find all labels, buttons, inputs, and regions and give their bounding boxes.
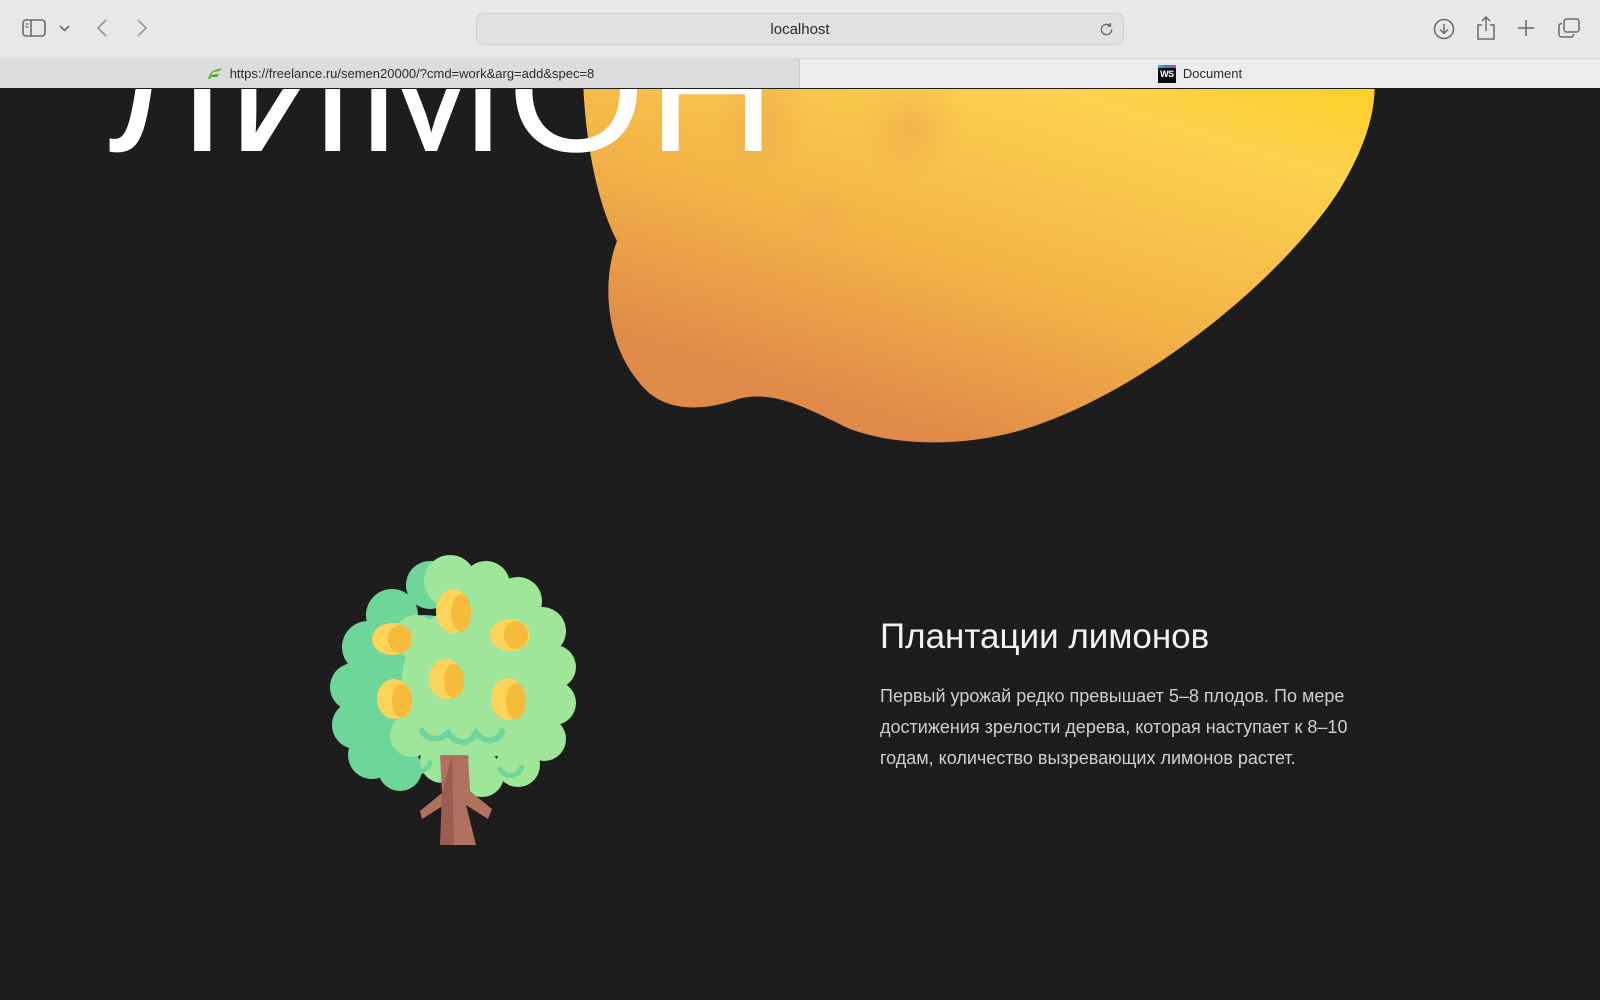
browser-toolbar: localhost: [0, 0, 1600, 58]
download-icon[interactable]: [1432, 17, 1456, 41]
address-text: localhost: [770, 20, 830, 38]
back-button[interactable]: [92, 16, 112, 40]
plus-icon[interactable]: [1515, 17, 1537, 39]
tab-title: Document: [1182, 66, 1243, 81]
freelance-logo-icon: [205, 67, 223, 81]
webstorm-icon: WS: [1157, 64, 1176, 83]
section-title: Плантации лимонов: [880, 617, 1210, 656]
section-description: Первый урожай редко превышает 5–8 плодов…: [880, 686, 1348, 768]
chevron-right-icon: [137, 19, 147, 37]
tab-document[interactable]: WS Document: [800, 59, 1600, 88]
chevron-down-icon[interactable]: [56, 20, 72, 36]
chevron-left-icon: [97, 19, 107, 37]
tab-title: https://freelance.ru/semen20000/?cmd=wor…: [229, 66, 595, 81]
address-bar[interactable]: localhost: [476, 13, 1124, 45]
tab-bar: https://freelance.ru/semen20000/?cmd=wor…: [0, 58, 1600, 88]
tab-freelance[interactable]: https://freelance.ru/semen20000/?cmd=wor…: [0, 59, 800, 88]
sidebar-icon[interactable]: [20, 16, 48, 40]
lemon-tree-icon: [330, 555, 576, 845]
hero-title: ЛИМОН: [108, 89, 779, 189]
reload-icon[interactable]: [1097, 20, 1115, 38]
share-icon[interactable]: [1474, 15, 1498, 41]
forward-button[interactable]: [132, 16, 152, 40]
page-viewport: ЛИМОН Плантации лимонов Первый урожай ре…: [0, 89, 1600, 1000]
tabs-overview-icon[interactable]: [1557, 17, 1581, 39]
